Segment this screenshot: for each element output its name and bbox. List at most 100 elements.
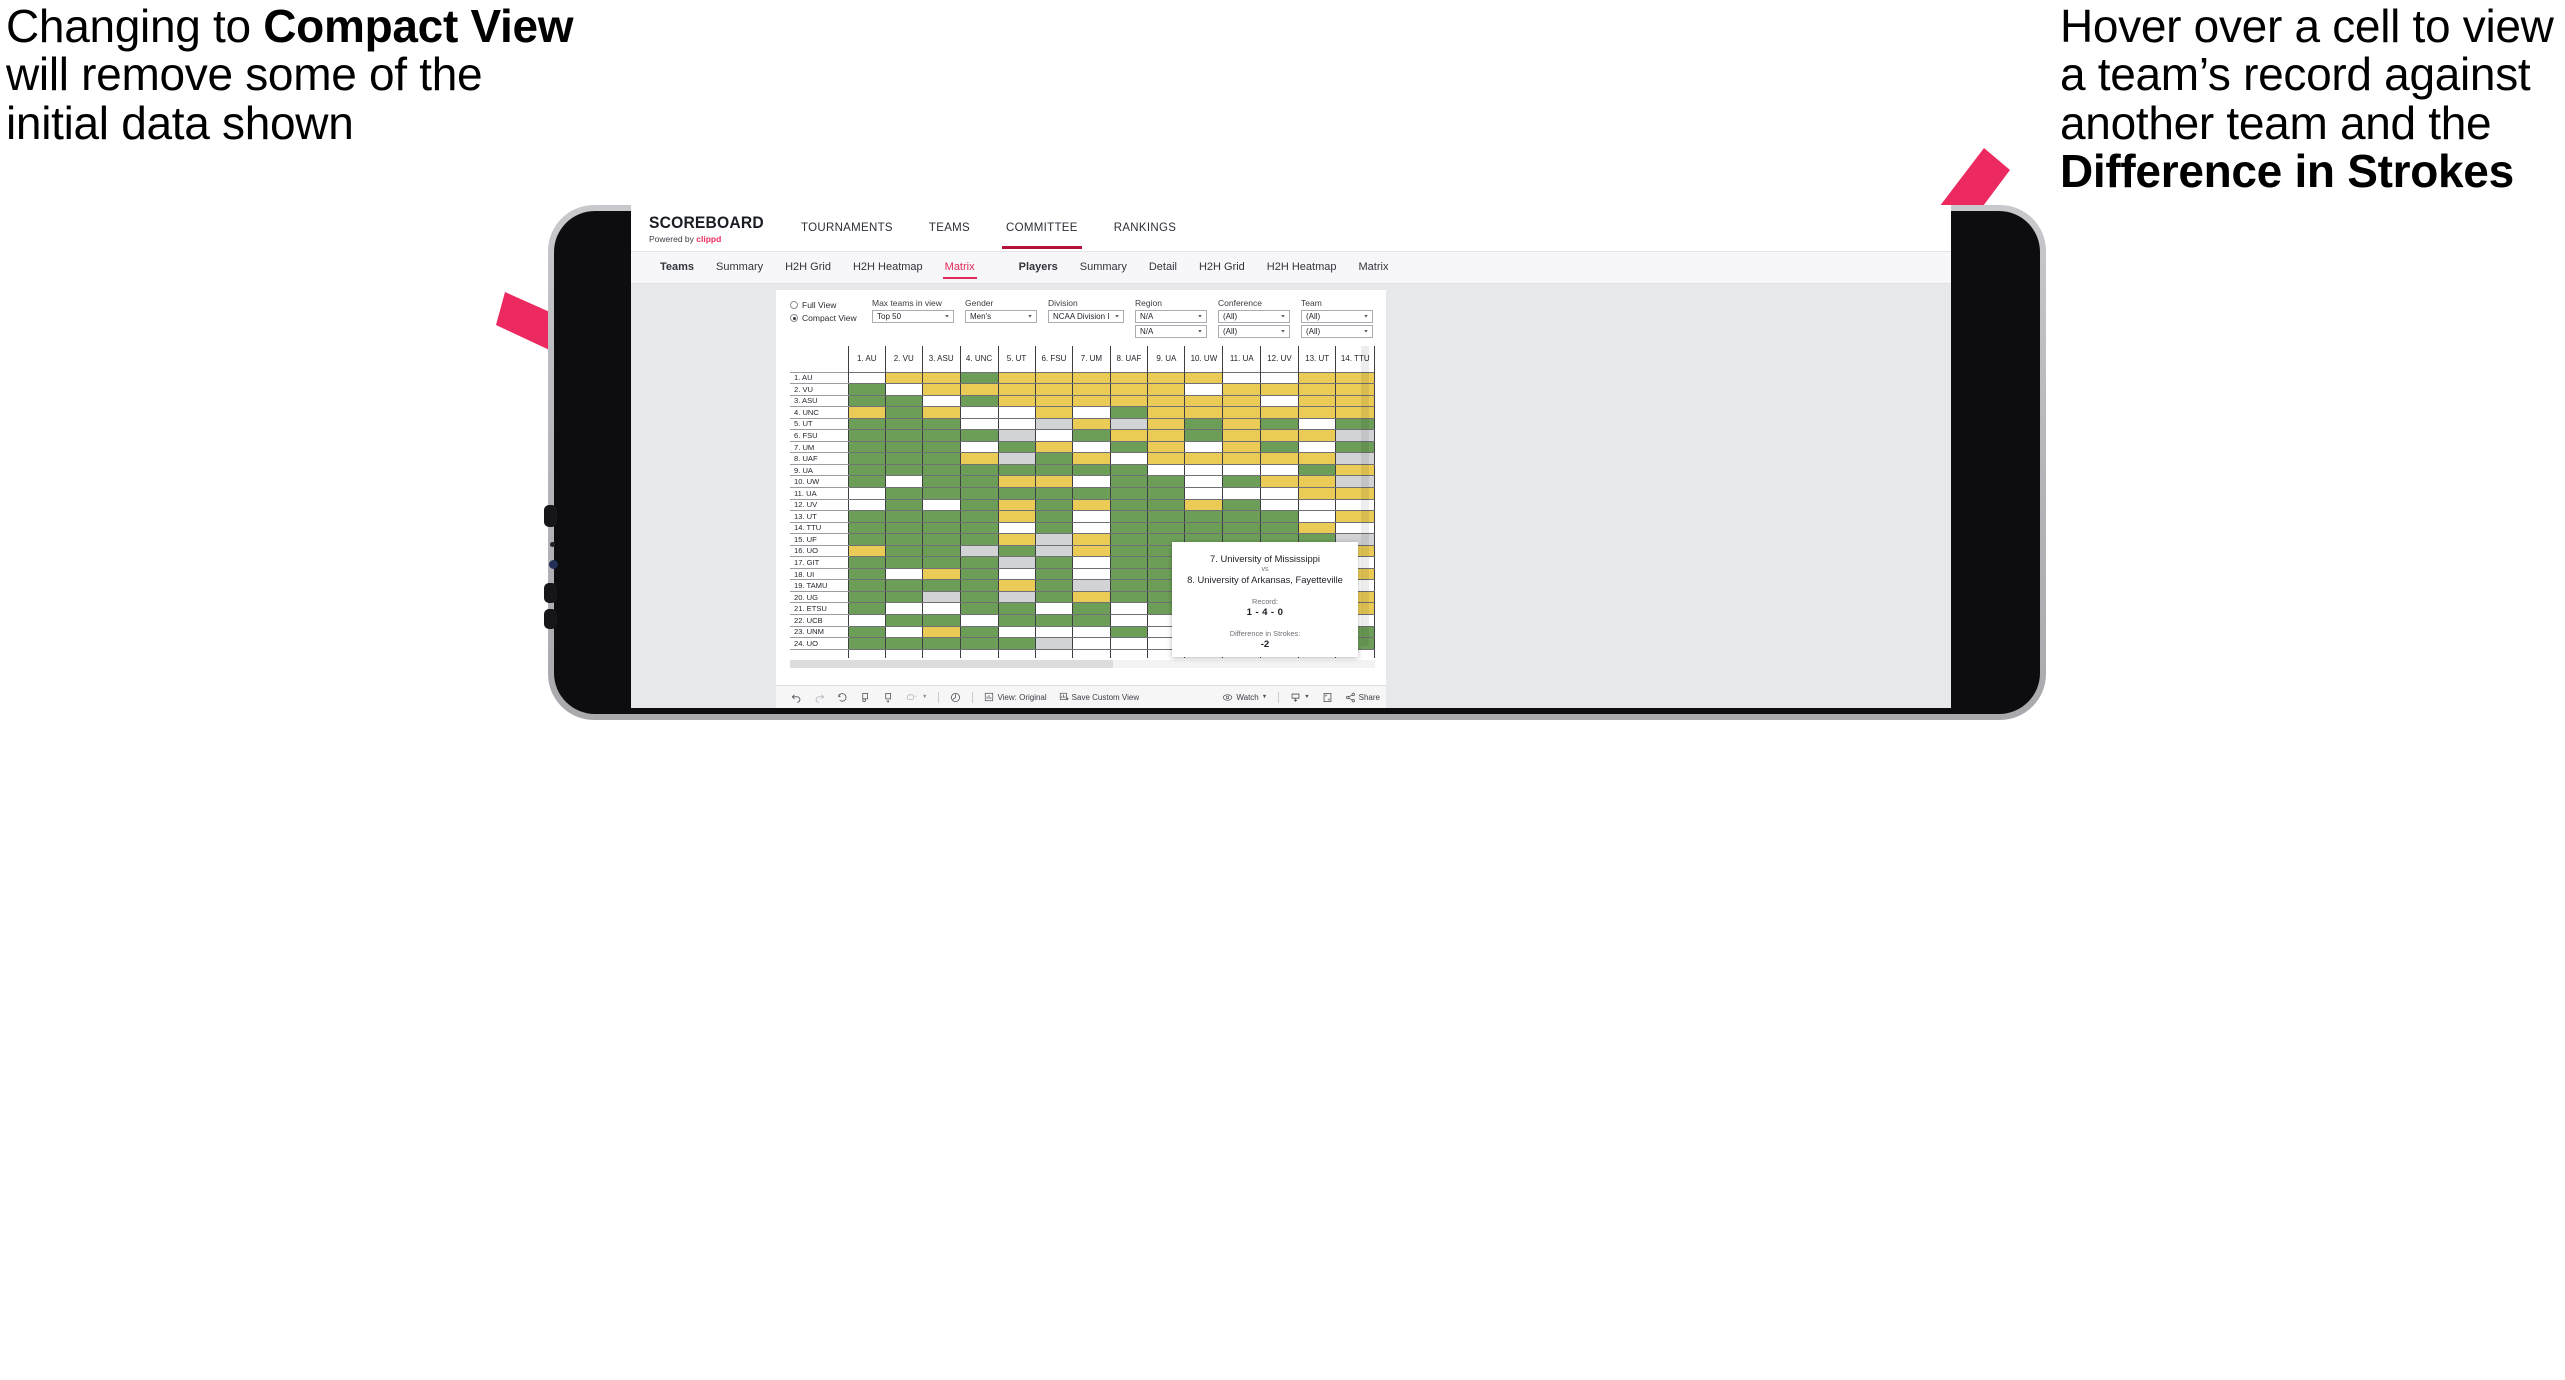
matrix-cell[interactable] [997,486,1036,500]
matrix-cell[interactable] [959,579,999,592]
matrix-cell[interactable] [1072,429,1111,442]
matrix-cell[interactable] [959,463,999,477]
matrix-row-header[interactable]: 1. AU [790,371,849,385]
matrix-cell[interactable] [1109,544,1149,558]
matrix-cell[interactable] [959,383,999,396]
matrix-cell[interactable] [1072,533,1111,546]
matrix-cell[interactable] [847,452,886,465]
matrix-cell[interactable] [1034,614,1074,627]
matrix-cell[interactable] [1297,510,1337,523]
matrix-cell[interactable] [959,417,999,431]
matrix-cell[interactable] [1297,429,1337,442]
matrix-column-header[interactable]: 7. UM [1072,346,1111,372]
matrix-row-header[interactable]: 20. UG [790,590,849,604]
matrix-cell[interactable] [1109,521,1149,535]
matrix-cell[interactable] [997,463,1036,477]
matrix-cell[interactable] [1072,590,1111,604]
matrix-cell[interactable] [997,544,1036,558]
matrix-cell[interactable] [1034,429,1074,442]
matrix-cell[interactable] [884,602,923,615]
matrix-cell[interactable] [847,406,886,419]
matrix-cell[interactable] [959,406,999,419]
matrix-cell[interactable] [1297,440,1337,454]
matrix-cell[interactable] [1222,486,1262,500]
matrix-cell[interactable] [1109,406,1149,419]
matrix-row-header[interactable]: 2. VU [790,383,849,396]
matrix-cell[interactable] [884,452,923,465]
matrix-cell[interactable] [1260,394,1299,408]
matrix-cell[interactable] [959,394,999,408]
matrix-cell[interactable] [921,614,961,627]
matrix-cell[interactable] [884,429,923,442]
matrix-cell[interactable] [1072,371,1111,385]
matrix-cell[interactable] [1222,371,1262,385]
subnav-item-players-matrix[interactable]: Matrix [1348,254,1400,281]
matrix-row-header[interactable]: 11. UA [790,486,849,500]
matrix-cell[interactable] [1147,371,1186,385]
matrix-cell[interactable] [1109,383,1149,396]
undo-button[interactable] [785,692,808,703]
matrix-cell[interactable] [847,510,886,523]
matrix-cell[interactable] [997,394,1036,408]
matrix-cell[interactable] [997,637,1036,650]
matrix-cell[interactable] [1222,429,1262,442]
device-button-top[interactable] [544,505,557,527]
matrix-cell[interactable] [1147,394,1186,408]
matrix-cell[interactable] [1184,452,1224,465]
matrix-cell[interactable] [1260,406,1299,419]
filter-max-teams-select[interactable]: Top 50 ▼ [872,310,954,323]
matrix-cell[interactable] [1034,533,1074,546]
matrix-cell[interactable] [1297,486,1337,500]
matrix-cell[interactable] [921,463,961,477]
matrix-cell[interactable] [1034,510,1074,523]
matrix-cell[interactable] [959,429,999,442]
matrix-cell[interactable] [921,556,961,569]
matrix-row-header[interactable]: 21. ETSU [790,602,849,615]
matrix-cell[interactable] [1072,521,1111,535]
matrix-cell[interactable] [1109,625,1149,639]
matrix-cell[interactable] [884,544,923,558]
subnav-item-players-h2h-grid[interactable]: H2H Grid [1188,254,1256,281]
matrix-cell[interactable] [921,544,961,558]
matrix-cell[interactable] [1222,417,1262,431]
matrix-cell[interactable] [884,498,923,512]
matrix-cell[interactable] [847,544,886,558]
save-custom-view-button[interactable]: Save Custom View [1053,692,1145,702]
matrix-cell[interactable] [1297,417,1337,431]
matrix-cell[interactable] [1109,475,1149,488]
matrix-cell[interactable] [997,498,1036,512]
refresh-button[interactable] [877,692,900,703]
matrix-cell[interactable] [1072,417,1111,431]
matrix-cell[interactable] [1109,579,1149,592]
matrix-cell[interactable] [1109,498,1149,512]
matrix-cell[interactable] [959,556,999,569]
matrix-cell[interactable] [1147,429,1186,442]
matrix-cell[interactable] [959,637,999,650]
matrix-cell[interactable] [1260,486,1299,500]
topnav-item-rankings[interactable]: RANKINGS [1096,208,1194,249]
matrix-cell[interactable] [847,590,886,604]
matrix-cell[interactable] [959,486,999,500]
matrix-cell[interactable] [847,579,886,592]
matrix-row-header[interactable]: 24. UO [790,637,849,650]
matrix-cell[interactable] [959,590,999,604]
matrix-cell[interactable] [1297,498,1337,512]
matrix-cell[interactable] [884,579,923,592]
matrix-cell[interactable] [1297,521,1337,535]
matrix-cell[interactable] [847,371,886,385]
matrix-cell[interactable] [1297,463,1337,477]
new-worksheet-button[interactable]: ▼ [900,692,933,703]
matrix-column-header[interactable]: 4. UNC [959,346,999,372]
matrix-cell[interactable] [847,521,886,535]
matrix-cell[interactable] [1034,452,1074,465]
matrix-cell[interactable] [997,406,1036,419]
matrix-cell[interactable] [847,637,886,650]
matrix-cell[interactable] [997,614,1036,627]
matrix-cell[interactable] [959,452,999,465]
filter-conference-select-1[interactable]: (All) ▼ [1218,310,1290,323]
matrix-cell[interactable] [1147,383,1186,396]
subnav-item-players-summary[interactable]: Summary [1069,254,1138,281]
matrix-cell[interactable] [997,602,1036,615]
matrix-cell[interactable] [921,498,961,512]
matrix-cell[interactable] [1260,383,1299,396]
